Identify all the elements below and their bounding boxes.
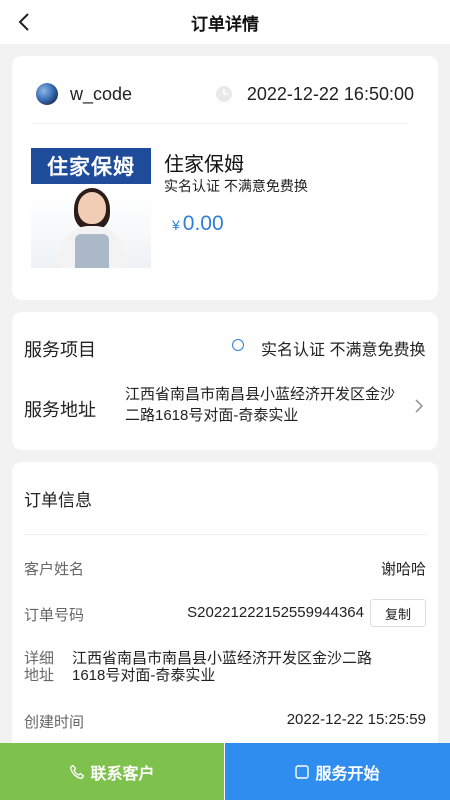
chevron-right-icon[interactable] xyxy=(412,396,426,416)
start-icon xyxy=(295,764,310,779)
customer-name-value: 谢哈哈 xyxy=(380,561,426,578)
service-item-value: 实名认证 不满意免费换 xyxy=(261,342,426,359)
contact-customer-button[interactable]: 联系客户 xyxy=(0,743,225,800)
header: 订单详情 xyxy=(0,0,450,44)
start-service-button[interactable]: 服务开始 xyxy=(225,743,450,800)
service-address-value[interactable]: 江西省南昌市南昌县小蓝经济开发区金沙二路1618号对面-奇泰实业 xyxy=(125,384,405,426)
user-row: w_code 2022-12-22 16:50:00 xyxy=(36,80,414,108)
back-button[interactable] xyxy=(10,8,38,36)
service-address-label: 服务地址 xyxy=(24,400,96,420)
service-card: 服务项目 实名认证 不满意免费换 服务地址 江西省南昌市南昌县小蓝经济开发区金沙… xyxy=(12,312,438,450)
order-no-label: 订单号码 xyxy=(24,607,85,624)
start-service-label: 服务开始 xyxy=(315,765,380,783)
order-info-title: 订单信息 xyxy=(24,491,92,510)
product-description: 实名认证 不满意免费换 xyxy=(164,178,308,194)
page-title: 订单详情 xyxy=(191,14,259,34)
created-time-label: 创建时间 xyxy=(24,714,85,731)
radio-icon[interactable] xyxy=(232,339,244,351)
contact-customer-label: 联系客户 xyxy=(90,765,155,783)
divider xyxy=(32,123,408,124)
detail-address-value: 江西省南昌市南昌县小蓝经济开发区金沙二路1618号对面-奇泰实业 xyxy=(72,650,373,684)
person-head xyxy=(78,192,106,224)
created-time-value: 2022-12-22 15:25:59 xyxy=(286,711,426,728)
copy-button[interactable]: 复制 xyxy=(370,599,426,627)
username: w_code xyxy=(70,83,133,104)
product-image-banner-text: 住家保姆 xyxy=(47,156,135,179)
divider xyxy=(24,534,426,535)
price-value: 0.00 xyxy=(182,212,224,235)
product-image-banner: 住家保姆 xyxy=(31,148,151,184)
back-icon xyxy=(18,13,29,31)
service-item-label: 服务项目 xyxy=(24,340,96,360)
order-no-value: S20221222152559944364 xyxy=(187,604,364,621)
order-info-card: 订单信息 客户姓名 谢哈哈 订单号码 S20221222152559944364… xyxy=(12,462,438,752)
product-name: 住家保姆 xyxy=(164,154,244,176)
bottom-action-bar: 联系客户 服务开始 xyxy=(0,743,450,800)
detail-address-label: 详细地址 xyxy=(24,650,55,684)
order-time: 2022-12-22 16:50:00 xyxy=(246,83,414,104)
order-card: w_code 2022-12-22 16:50:00 住家保姆 住家保姆 实名认… xyxy=(12,56,438,300)
clock-icon xyxy=(215,86,232,102)
currency-symbol: ¥ xyxy=(172,217,180,233)
phone-icon xyxy=(70,764,85,779)
avatar xyxy=(36,83,58,105)
customer-name-label: 客户姓名 xyxy=(24,561,85,578)
person-apron xyxy=(75,234,109,268)
product-price: ¥0.00 xyxy=(172,212,224,236)
product-image[interactable]: 住家保姆 xyxy=(31,148,151,268)
